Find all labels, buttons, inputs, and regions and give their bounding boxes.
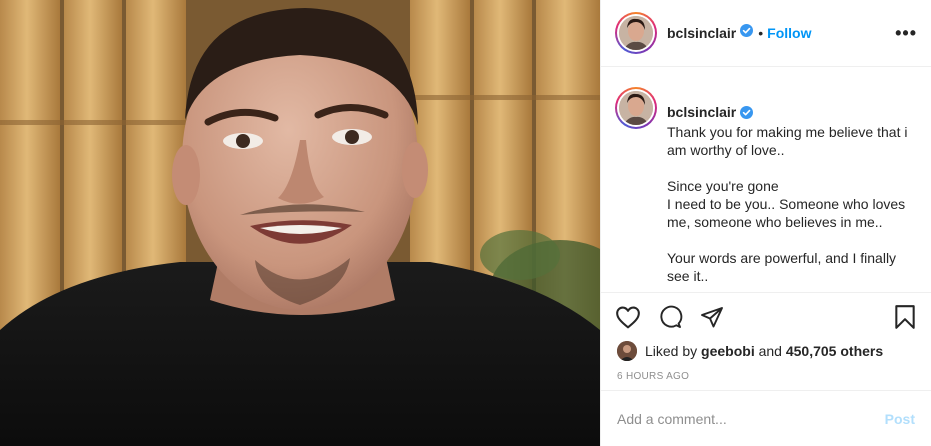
paper-plane-icon[interactable] [699, 305, 725, 329]
comment-bubble-icon[interactable] [657, 305, 683, 329]
caption-section: bclsinclair Thank you for making me beli… [601, 67, 931, 293]
heart-icon[interactable] [615, 305, 641, 329]
liker-username[interactable]: geebobi [701, 343, 755, 359]
header-username[interactable]: bclsinclair [667, 25, 736, 41]
likes-middle: and [754, 343, 786, 359]
caption-avatar[interactable] [615, 87, 657, 129]
caption-text: bclsinclair Thank you for making me beli… [667, 85, 917, 292]
caption-paragraph: Since you're gone I need to be you.. Som… [667, 178, 906, 230]
post-timestamp[interactable]: 6 HOURS AGO [601, 371, 931, 385]
likes-prefix: Liked by [645, 343, 702, 359]
avatar-image [619, 16, 653, 50]
verified-badge-icon [740, 24, 754, 42]
header-separator: • [758, 25, 764, 41]
likes-summary: Liked by geebobi and 450,705 others [601, 341, 931, 361]
caption-paragraph: Thank you for making me believe that i a… [667, 124, 908, 158]
post-photo[interactable] [0, 0, 600, 446]
post-header: bclsinclair • Follow ••• [601, 0, 931, 67]
portrait-photo-image [0, 0, 600, 446]
post-sidebar: bclsinclair • Follow ••• bclsinclair Tha… [600, 0, 931, 446]
more-options-button[interactable]: ••• [895, 23, 917, 44]
likes-count[interactable]: 450,705 others [786, 343, 883, 359]
post-comment-button[interactable]: Post [885, 411, 915, 427]
liker-avatar[interactable] [617, 341, 637, 361]
follow-button[interactable]: Follow [767, 25, 811, 41]
action-bar [601, 293, 931, 341]
caption-username[interactable]: bclsinclair [667, 104, 736, 120]
caption-paragraph: Your words are powerful, and I finally s… [667, 250, 897, 284]
verified-badge-icon [740, 105, 754, 123]
profile-avatar[interactable] [615, 12, 657, 54]
comment-input[interactable]: Add a comment... [617, 411, 727, 427]
comment-composer: Add a comment... Post [601, 390, 931, 446]
avatar-image [619, 91, 653, 125]
bookmark-icon[interactable] [893, 304, 917, 330]
